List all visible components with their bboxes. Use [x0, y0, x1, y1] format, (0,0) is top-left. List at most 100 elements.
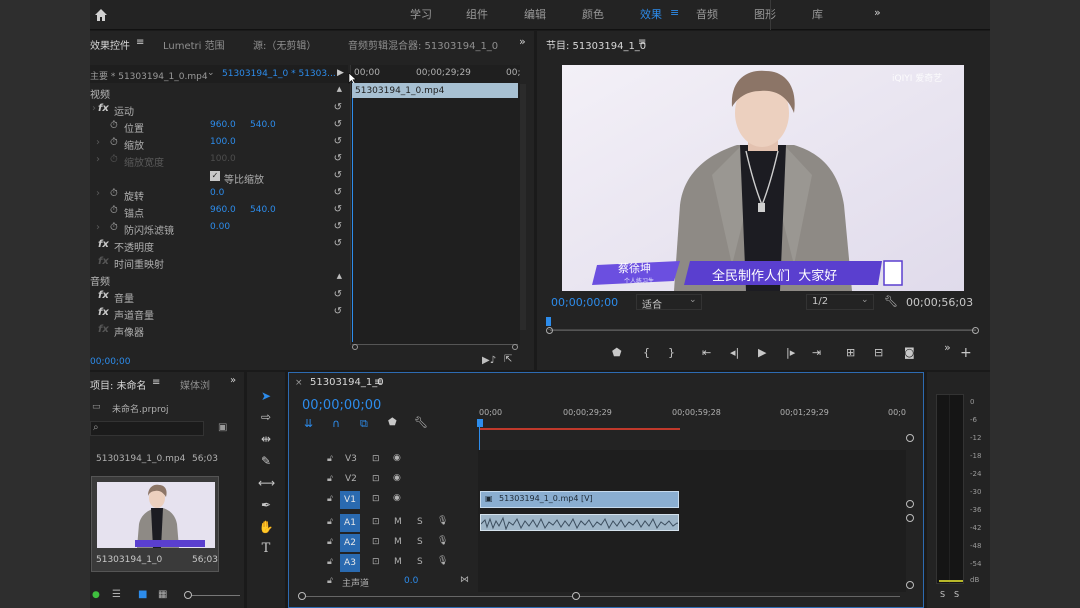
workspace-libraries[interactable]: 库 — [812, 6, 823, 22]
track-select-tool-icon[interactable]: ⇨ — [258, 410, 274, 426]
workspace-assembly[interactable]: 组件 — [466, 6, 488, 22]
tab-menu-icon[interactable]: ≡ — [374, 377, 382, 388]
program-playhead-icon[interactable] — [546, 317, 551, 326]
program-timecode-left[interactable]: 00;00;00;00 — [551, 296, 618, 309]
scroll-handle-icon[interactable] — [906, 581, 914, 589]
wrench-icon[interactable]: 🔧︎ — [414, 416, 428, 429]
add-marker-icon[interactable]: ⬟ — [388, 417, 397, 428]
zoom-slider[interactable] — [184, 595, 240, 596]
step-forward-icon[interactable]: |▸ — [786, 346, 795, 359]
add-button-icon[interactable]: + — [960, 345, 972, 361]
mini-zoom-scroll[interactable] — [352, 344, 518, 350]
nest-icon[interactable]: ⇊ — [304, 417, 313, 430]
scroll-handle-icon[interactable] — [972, 327, 979, 334]
effect-timecode[interactable]: 00;00;00 — [90, 357, 130, 367]
more-tabs-icon[interactable]: » — [519, 35, 526, 48]
audio-clip[interactable] — [480, 514, 679, 531]
media-browser-tab[interactable]: 媒体浏 — [180, 377, 210, 392]
workspace-learn[interactable]: 学习 — [410, 6, 432, 22]
work-area-bar[interactable] — [480, 428, 680, 430]
master-clip-label[interactable]: 主要 * 51303194_1_0.mp4 — [90, 69, 208, 82]
export-icon[interactable]: ⇱ — [504, 354, 512, 365]
tab-menu-icon[interactable]: ≡ — [638, 37, 646, 48]
program-ruler[interactable] — [548, 322, 976, 330]
selection-tool-icon[interactable]: ➤ — [258, 389, 274, 405]
icon-view-icon[interactable]: ■ — [138, 589, 147, 600]
snap-icon[interactable]: ∩ — [332, 417, 340, 430]
tab-source[interactable]: 源:（无剪辑） — [253, 37, 316, 52]
ripple-edit-tool-icon[interactable]: ⇹ — [258, 432, 274, 448]
sequence-clip-label[interactable]: 51303194_1_0 * 51303... — [222, 69, 336, 79]
effect-mini-timeline[interactable] — [350, 65, 520, 345]
workspace-color[interactable]: 颜色 — [582, 6, 604, 22]
prop-anchor[interactable]: ⏱ 锚点 960.0 540.0 ↺ — [90, 202, 348, 220]
track-a1[interactable]: 🔓︎ A1 ⊡ M S 🎙︎ — [290, 513, 478, 533]
step-back-icon[interactable]: ◂| — [730, 346, 739, 359]
track-v2[interactable]: 🔓︎ V2 ⊡ ◉ — [290, 470, 478, 490]
scroll-handle-icon[interactable] — [906, 434, 914, 442]
prop-channel-volume[interactable]: fx 声道音量 ↺ — [90, 304, 348, 322]
filter-icon[interactable]: ▶♪ — [482, 355, 496, 366]
project-tab[interactable]: 项目: 未命名 — [90, 377, 147, 392]
more-workspaces-icon[interactable]: » — [874, 6, 881, 19]
linked-selection-icon[interactable]: ⧉ — [360, 417, 368, 431]
tab-audio-mixer[interactable]: 音频剪辑混合器: 51303194_1_0 — [348, 37, 498, 52]
project-thumbnail-card[interactable]: 51303194_1_0 56;03 — [91, 476, 219, 572]
track-master[interactable]: 🔓︎ 主声道 0.0 ⋈ — [290, 573, 478, 591]
wrench-icon[interactable]: 🔧︎ — [884, 295, 898, 308]
scroll-handle-icon[interactable] — [546, 327, 553, 334]
scroll-handle-icon[interactable] — [512, 344, 518, 350]
resolution-dropdown[interactable]: 1/2 ⌄ — [806, 294, 874, 310]
workspace-effects[interactable]: 效果 — [640, 6, 662, 22]
timeline-horizontal-scroll[interactable] — [300, 596, 900, 597]
mini-playhead[interactable] — [352, 82, 353, 342]
freeform-view-icon[interactable]: ▦ — [158, 589, 167, 600]
scroll-handle-icon[interactable] — [906, 500, 914, 508]
prop-motion[interactable]: › fx 运动 ↺ — [90, 100, 348, 118]
slip-tool-icon[interactable]: ⟷ — [258, 476, 275, 492]
list-view-icon[interactable]: ☰ — [112, 589, 121, 600]
track-a2[interactable]: 🔓︎ A2 ⊡ M S 🎙︎ — [290, 533, 478, 553]
program-zoom-bar[interactable] — [550, 330, 976, 331]
track-v1[interactable]: 🔓︎ V1 ⊡ ◉ — [290, 490, 478, 510]
timeline-playhead-icon[interactable] — [477, 419, 483, 427]
zoom-slider-handle-icon[interactable] — [184, 591, 192, 599]
prop-rotation[interactable]: › ⏱ 旋转 0.0 ↺ — [90, 185, 348, 203]
video-clip[interactable]: ▣ 51303194_1_0.mp4 [V] — [480, 491, 679, 508]
workspace-graphics[interactable]: 图形 — [754, 6, 776, 22]
prop-position[interactable]: ⏱ 位置 960.0 540.0 ↺ — [90, 117, 348, 135]
lift-icon[interactable]: ⊞ — [846, 346, 855, 359]
project-search-input[interactable]: ⌕ — [90, 421, 204, 436]
track-a3[interactable]: 🔓︎ A3 ⊡ M S 🎙︎ — [290, 553, 478, 573]
workspace-editing[interactable]: 编辑 — [524, 6, 546, 22]
prop-opacity[interactable]: fx 不透明度 ↺ — [90, 236, 348, 254]
hand-tool-icon[interactable]: ✋ — [258, 520, 274, 536]
workspace-menu-icon[interactable]: ≡ — [670, 6, 679, 19]
prop-uniform-scale[interactable]: ✓ 等比缩放 ↺ — [90, 168, 348, 186]
program-timecode-right[interactable]: 00;00;56;03 — [906, 296, 973, 309]
tab-menu-icon[interactable]: ≡ — [136, 37, 144, 48]
scroll-handle-icon[interactable] — [298, 592, 306, 600]
mark-out-icon[interactable]: } — [668, 346, 675, 359]
razor-tool-icon[interactable]: ✎ — [258, 454, 274, 470]
tab-menu-icon[interactable]: ≡ — [152, 377, 160, 388]
chevron-down-icon[interactable]: ⌄ — [207, 68, 215, 78]
extract-icon[interactable]: ⊟ — [874, 346, 883, 359]
go-to-out-icon[interactable]: ⇥ — [812, 346, 821, 359]
timeline-timecode[interactable]: 00;00;00;00 — [302, 398, 381, 413]
workspace-audio[interactable]: 音频 — [696, 6, 718, 22]
mark-in-icon[interactable]: { — [643, 346, 650, 359]
go-to-in-icon[interactable]: ⇤ — [702, 346, 711, 359]
scroll-handle-icon[interactable] — [906, 514, 914, 522]
program-title[interactable]: 节目: 51303194_1_0 — [546, 37, 646, 52]
more-tabs-icon[interactable]: » — [230, 375, 236, 386]
project-item-name[interactable]: 51303194_1_0.mp4 — [96, 454, 185, 464]
tab-effect-controls[interactable]: 效果控件 — [90, 37, 130, 52]
add-marker-icon[interactable]: ⬟ — [612, 346, 622, 359]
tab-lumetri[interactable]: Lumetri 范围 — [163, 37, 225, 52]
scroll-handle-icon[interactable] — [572, 592, 580, 600]
pen-tool-icon[interactable]: ✒ — [258, 498, 274, 514]
close-icon[interactable]: × — [295, 378, 303, 388]
mini-clip-bar[interactable]: 51303194_1_0.mp4 — [352, 83, 518, 98]
more-controls-icon[interactable]: » — [944, 341, 951, 354]
